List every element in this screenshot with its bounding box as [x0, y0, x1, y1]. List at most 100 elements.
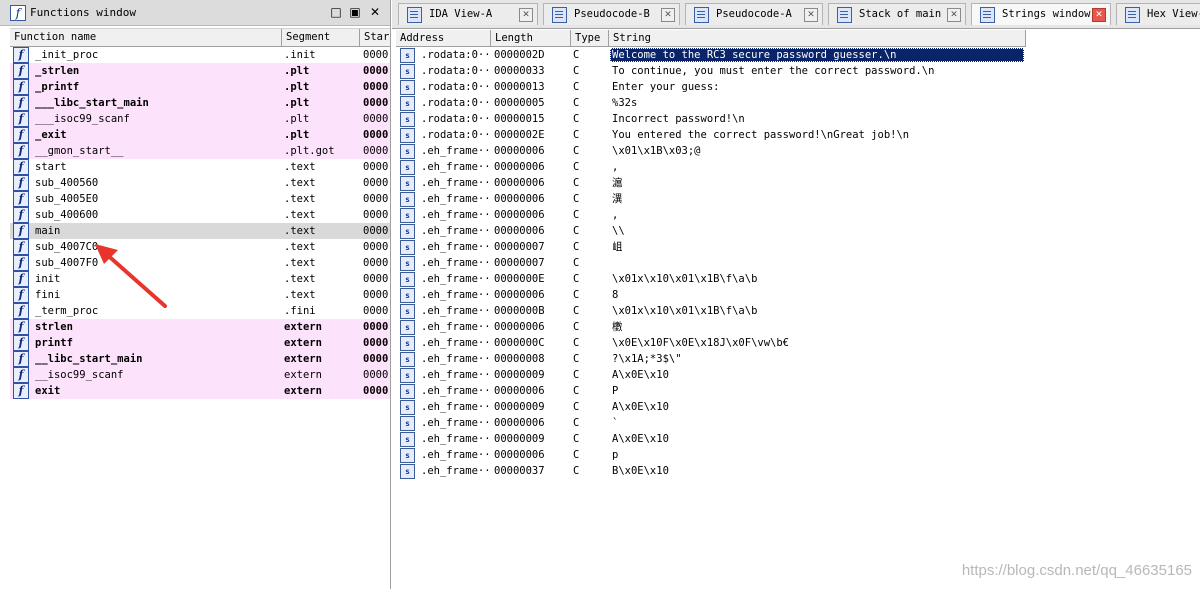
function-start: 0000 [363, 129, 389, 141]
function-row[interactable]: f _init_proc .init 0000 [10, 47, 390, 63]
function-segment: extern [284, 385, 322, 397]
string-row[interactable]: .eh_frame···00000006 C \\ [396, 223, 1200, 239]
tab-close-icon[interactable]: ✕ [519, 8, 533, 22]
function-icon: f [13, 143, 29, 159]
function-row[interactable]: f __libc_start_main extern 0000 [10, 351, 390, 367]
string-row[interactable]: .eh_frame···00000007 C 岨 [396, 239, 1200, 255]
string-row[interactable]: .eh_frame···00000006 Cp [396, 447, 1200, 463]
tab-close-icon[interactable]: ✕ [947, 8, 961, 22]
function-row[interactable]: f _term_proc .fini 0000 [10, 303, 390, 319]
function-start: 0000 [363, 353, 389, 365]
function-row[interactable]: f sub_4007F0 .text 0000 [10, 255, 390, 271]
string-row[interactable]: .eh_frame···00000006 C P [396, 383, 1200, 399]
string-row[interactable]: .eh_frame···00000006 C, [396, 207, 1200, 223]
column-header-length[interactable]: Length [491, 30, 571, 47]
string-length: 00000013 [494, 81, 545, 93]
string-icon [400, 176, 415, 191]
function-start: 0000 [363, 241, 389, 253]
string-row[interactable]: .eh_frame···0000000B C \x01x\x10\x01\x1B\f… [396, 303, 1200, 319]
function-row[interactable]: f sub_4005E0 .text 0000 [10, 191, 390, 207]
string-row[interactable]: .eh_frame···00000006 C ` [396, 415, 1200, 431]
function-name: __libc_start_main [35, 353, 143, 365]
string-row[interactable]: .rodata:0···00000013 C Enter your guess: [396, 79, 1200, 95]
string-icon [400, 352, 415, 367]
function-row[interactable]: f sub_400600 .text 0000 [10, 207, 390, 223]
string-row[interactable]: .eh_frame···00000007 C [396, 255, 1200, 271]
function-row[interactable]: f main .text 0000 [10, 223, 390, 239]
string-row[interactable]: .rodata:0···0000002E C You entered the cor… [396, 127, 1200, 143]
column-header-address[interactable]: Address [396, 30, 491, 47]
hex-view-icon [1125, 7, 1140, 23]
column-header-string[interactable]: String [609, 30, 1026, 47]
function-segment: .text [284, 273, 316, 285]
tab-hex-view-1[interactable]: Hex View-1 [1116, 3, 1200, 25]
string-type: C [573, 81, 580, 93]
string-row[interactable]: .rodata:0···00000005 C %32s [396, 95, 1200, 111]
tab-close-icon[interactable]: ✕ [661, 8, 675, 22]
function-row[interactable]: f init .text 0000 [10, 271, 390, 287]
string-row[interactable]: .eh_frame···00000006 C \x01\x1B\x03;@ [396, 143, 1200, 159]
string-value: 岨 [612, 241, 623, 253]
function-row[interactable]: f start .text 0000 [10, 159, 390, 175]
close-button[interactable]: ✕ [367, 4, 383, 20]
ida-view-icon [407, 7, 422, 23]
function-row[interactable]: f _exit .plt 0000 [10, 127, 390, 143]
string-address: .eh_frame··· [421, 465, 491, 477]
function-row[interactable]: f printf extern 0000 [10, 335, 390, 351]
column-header-segment[interactable]: Segment [282, 29, 360, 46]
restore-button[interactable]: □ [328, 4, 344, 20]
tab-label: Stack of main [859, 8, 942, 20]
string-row[interactable]: .eh_frame···0000000E C \x01x\x10\x01\x1B\f… [396, 271, 1200, 287]
string-length: 00000006 [494, 449, 545, 461]
tab-close-icon[interactable]: ✕ [804, 8, 818, 22]
tab-ida-view-a[interactable]: IDA View-A ✕ [398, 3, 538, 25]
functions-window-titlebar: f Functions window □ ▣ ✕ [0, 0, 390, 26]
string-row[interactable]: .eh_frame···00000006 C 滬 [396, 175, 1200, 191]
function-row[interactable]: f sub_4007C0 .text 0000 [10, 239, 390, 255]
function-row[interactable]: f ___isoc99_scanf .plt 0000 [10, 111, 390, 127]
string-type: C [573, 353, 580, 365]
string-row[interactable]: .eh_frame···00000006 C, [396, 159, 1200, 175]
string-row[interactable]: .eh_frame···0000000C C \x0E\x10F\x0E\x18J\… [396, 335, 1200, 351]
string-row[interactable]: .eh_frame···00000009 C A\x0E\x10 [396, 399, 1200, 415]
function-segment: extern [284, 321, 322, 333]
column-header-start[interactable]: Star [360, 29, 390, 46]
function-row[interactable]: f _strlen .plt 0000 [10, 63, 390, 79]
functions-list: f _init_proc .init 0000 f _strlen .plt 0000 f _pr… [10, 47, 390, 399]
tab-stack-of-main[interactable]: Stack of main ✕ [828, 3, 966, 25]
string-row[interactable]: .eh_frame···00000009 C A\x0E\x10 [396, 431, 1200, 447]
string-type: C [573, 209, 580, 221]
function-row[interactable]: f __gmon_start__ .plt.got 0000 [10, 143, 390, 159]
string-row[interactable]: .eh_frame···00000009 C A\x0E\x10 [396, 367, 1200, 383]
function-segment: .text [284, 177, 316, 189]
string-length: 0000000B [494, 305, 545, 317]
string-row[interactable]: .eh_frame···00000006 C 潩 [396, 191, 1200, 207]
string-row[interactable]: .eh_frame···00000008 C ?\x1A;*3$\" [396, 351, 1200, 367]
function-row[interactable]: f ___libc_start_main .plt 0000 [10, 95, 390, 111]
string-row[interactable]: .rodata:0···00000033 C To continue, you mu… [396, 63, 1200, 79]
tab-pseudocode-a[interactable]: Pseudocode-A ✕ [685, 3, 823, 25]
function-row[interactable]: f exit extern 0000 [10, 383, 390, 399]
string-row[interactable]: .rodata:0···0000002D C Welcome to the RC3 … [396, 47, 1200, 63]
string-row[interactable]: .eh_frame···00000006 C 8 [396, 287, 1200, 303]
function-row[interactable]: f fini .text 0000 [10, 287, 390, 303]
function-row[interactable]: f sub_400560 .text 0000 [10, 175, 390, 191]
function-row[interactable]: f strlen extern 0000 [10, 319, 390, 335]
string-address: .eh_frame··· [421, 257, 491, 269]
tab-pseudocode-b[interactable]: Pseudocode-B ✕ [543, 3, 680, 25]
function-icon: f [13, 47, 29, 63]
string-row[interactable]: .rodata:0···00000015 C Incorrect password!… [396, 111, 1200, 127]
function-row[interactable]: f _printf .plt 0000 [10, 79, 390, 95]
string-row[interactable]: .eh_frame···00000037 C B\x0E\x10 [396, 463, 1200, 479]
float-button[interactable]: ▣ [347, 4, 363, 20]
column-header-type[interactable]: Type [571, 30, 609, 47]
string-row[interactable]: .eh_frame···00000006 C 櫢 [396, 319, 1200, 335]
string-length: 00000009 [494, 401, 545, 413]
tab-strings-window[interactable]: Strings window ✕ [971, 3, 1111, 25]
function-icon: f [13, 175, 29, 191]
tab-close-icon[interactable]: ✕ [1092, 8, 1106, 22]
string-address: .eh_frame··· [421, 369, 491, 381]
function-segment: extern [284, 369, 322, 381]
column-header-function-name[interactable]: Function name [10, 29, 282, 46]
function-row[interactable]: f __isoc99_scanf extern 0000 [10, 367, 390, 383]
